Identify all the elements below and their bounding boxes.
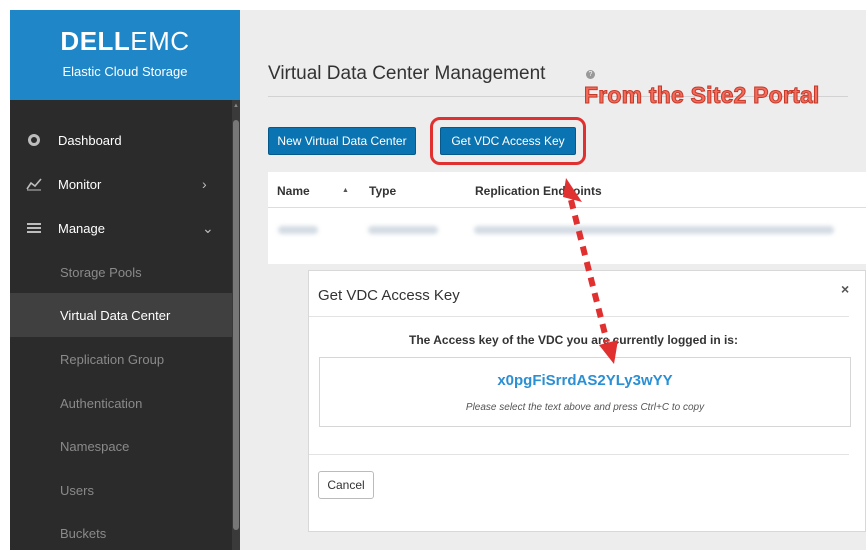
sidebar-item-authentication[interactable]: Authentication — [10, 381, 232, 425]
column-header-name[interactable]: Name — [277, 184, 310, 198]
vdc-table: Name ▲ Type Replication Endpoints — [268, 172, 866, 264]
dialog-divider — [309, 454, 849, 455]
access-key-box[interactable]: x0pgFiSrrdAS2YLy3wYY Please select the t… — [319, 357, 851, 427]
sidebar-item-buckets[interactable]: Buckets — [10, 511, 232, 550]
table-row[interactable] — [268, 216, 866, 246]
sidebar-item-label: Dashboard — [58, 132, 122, 148]
sidebar-item-manage[interactable]: Manage ⌄ — [10, 206, 232, 250]
sidebar-item-label: Manage — [58, 220, 105, 236]
cancel-button[interactable]: Cancel — [318, 471, 374, 499]
vdc-access-key-dialog: Get VDC Access Key × The Access key of t… — [308, 270, 866, 532]
dell-emc-logo: DELLEMC — [60, 26, 190, 56]
sidebar-item-dashboard[interactable]: Dashboard — [10, 118, 232, 162]
sidebar-item-monitor[interactable]: Monitor › — [10, 162, 232, 206]
scrollbar-thumb[interactable] — [233, 120, 239, 530]
column-header-type[interactable]: Type — [369, 184, 396, 198]
sidebar-item-label: Authentication — [60, 395, 143, 411]
column-header-replication-endpoints[interactable]: Replication Endpoints — [475, 184, 602, 198]
access-key-message: The Access key of the VDC you are curren… — [409, 333, 738, 347]
new-vdc-button[interactable]: New Virtual Data Center — [268, 127, 416, 155]
annotation-highlight-box — [430, 117, 586, 165]
redacted-name — [278, 226, 318, 234]
monitor-chart-icon — [10, 177, 58, 191]
redacted-type — [368, 226, 438, 234]
sidebar-item-namespace[interactable]: Namespace — [10, 424, 232, 468]
sidebar-item-storage-pools[interactable]: Storage Pools — [10, 250, 232, 294]
sidebar: DELLEMC Elastic Cloud Storage Dashboard … — [10, 10, 240, 550]
sidebar-item-label: Monitor — [58, 176, 102, 192]
brand-header[interactable]: DELLEMC Elastic Cloud Storage — [10, 10, 240, 100]
sidebar-item-label: Replication Group — [60, 351, 165, 367]
sort-ascending-icon[interactable]: ▲ — [342, 187, 349, 194]
chevron-right-icon: › — [202, 176, 207, 192]
product-subtitle: Elastic Cloud Storage — [62, 64, 188, 79]
help-icon[interactable]: ? — [586, 70, 595, 79]
dialog-title: Get VDC Access Key — [318, 287, 460, 304]
chevron-down-icon: ⌄ — [202, 219, 214, 236]
scroll-up-icon[interactable]: ▲ — [233, 103, 239, 109]
sidebar-item-replication-group[interactable]: Replication Group — [10, 337, 232, 381]
copy-hint: Please select the text above and press C… — [465, 402, 705, 413]
sidebar-item-label: Namespace — [60, 438, 130, 454]
close-icon[interactable]: × — [841, 281, 849, 297]
page-title: Virtual Data Center Management — [268, 63, 546, 84]
sidebar-item-label: Virtual Data Center — [60, 307, 171, 323]
sidebar-item-label: Users — [60, 482, 94, 498]
dialog-divider — [309, 316, 849, 317]
sidebar-item-virtual-data-center[interactable]: Virtual Data Center — [10, 293, 232, 337]
redacted-endpoints — [474, 226, 834, 234]
manage-list-icon — [10, 222, 58, 234]
annotation-label: From the Site2 Portal — [584, 82, 820, 109]
sidebar-item-label: Storage Pools — [60, 264, 142, 280]
access-key-value[interactable]: x0pgFiSrrdAS2YLy3wYY — [320, 372, 850, 389]
sidebar-scrollbar[interactable]: ▲ — [232, 100, 240, 550]
sidebar-item-label: Buckets — [60, 525, 107, 541]
table-header: Name ▲ Type Replication Endpoints — [268, 172, 866, 208]
sidebar-item-users[interactable]: Users — [10, 468, 232, 512]
dashboard-icon — [10, 133, 58, 147]
